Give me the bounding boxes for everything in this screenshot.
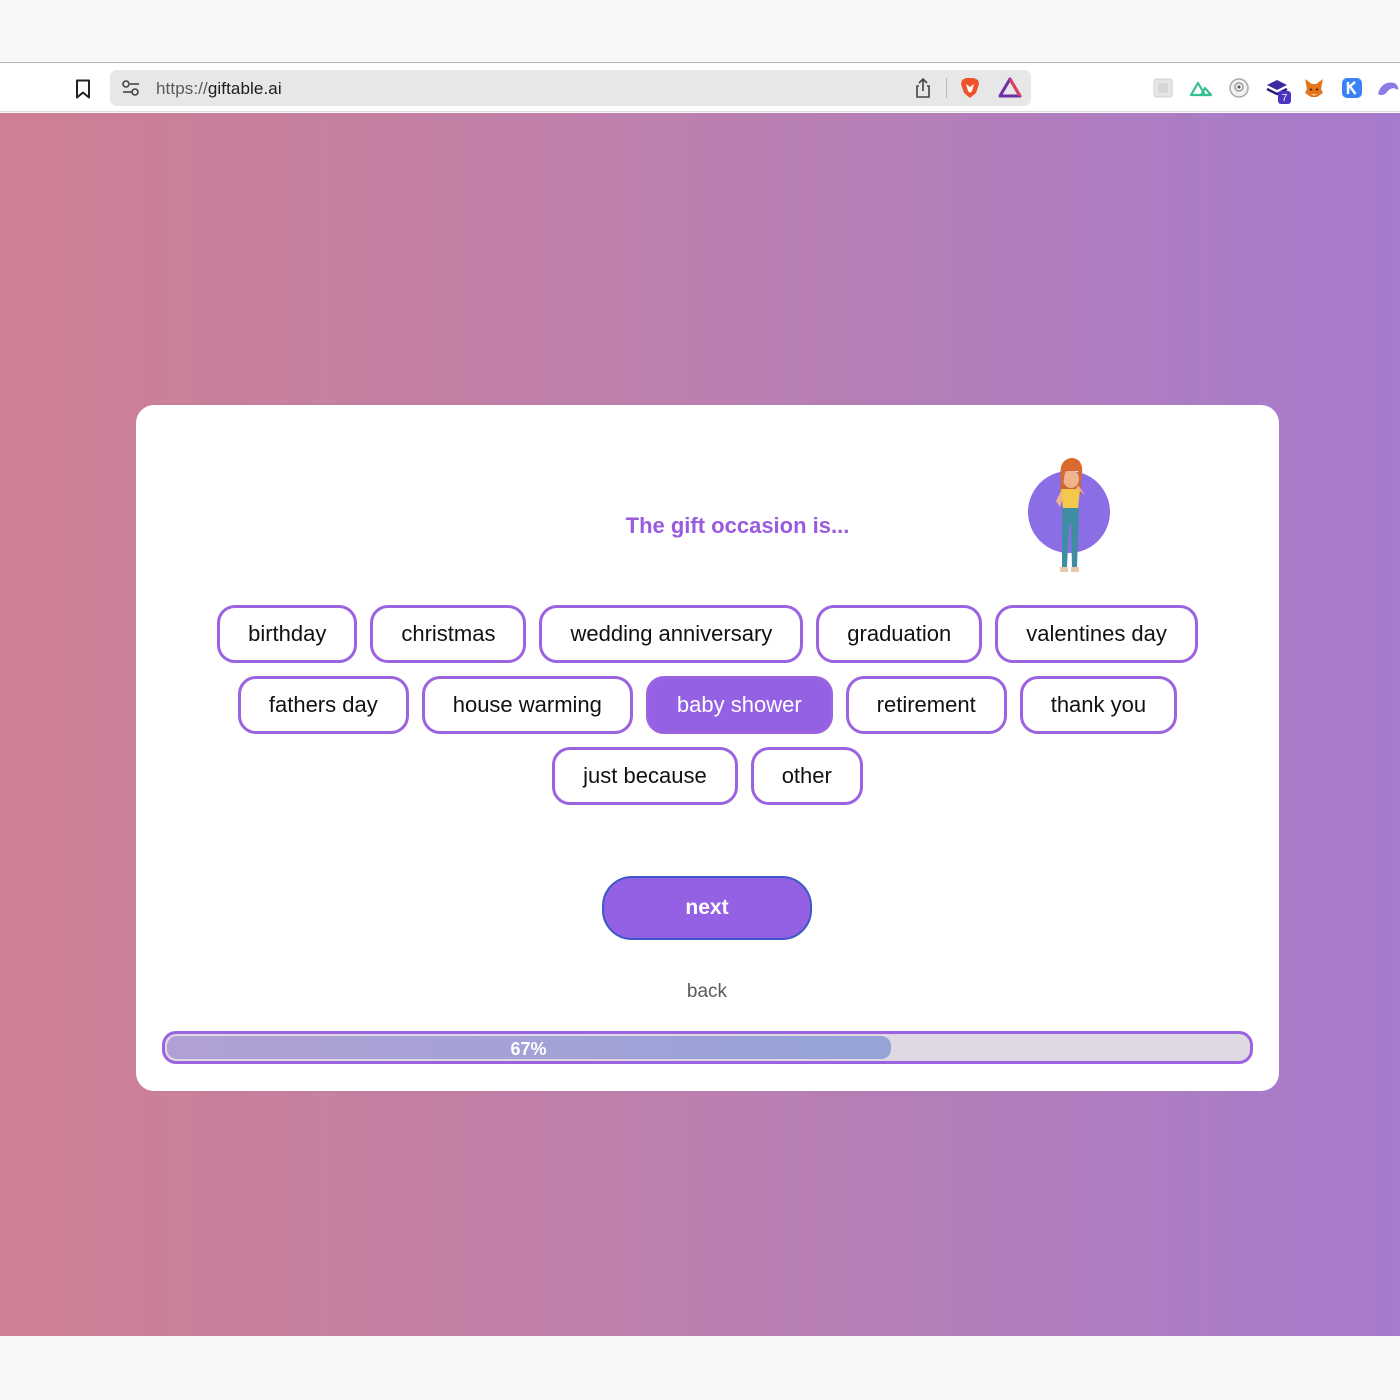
url-text: https://giftable.ai (156, 79, 282, 99)
extension-badge: 7 (1282, 93, 1288, 104)
eye-extension-icon[interactable] (1227, 76, 1251, 100)
metamask-fox-icon[interactable] (1302, 76, 1326, 100)
bookmark-button[interactable] (70, 76, 96, 102)
k-extension-icon[interactable] (1340, 76, 1364, 100)
back-link[interactable]: back (602, 981, 812, 1003)
share-icon[interactable] (912, 77, 934, 99)
stack-extension-icon[interactable]: 7 (1264, 76, 1294, 106)
url-host: giftable.ai (207, 79, 282, 98)
browser-toolbar: https://giftable.ai 7 (0, 64, 1400, 112)
option-birthday[interactable]: birthday (217, 605, 358, 663)
question-title: The gift occasion is... (625, 513, 850, 538)
nuxt-devtools-icon[interactable] (1189, 76, 1213, 100)
option-graduation[interactable]: graduation (816, 605, 983, 663)
site-settings-icon[interactable] (120, 78, 142, 98)
option-just-because[interactable]: just because (552, 747, 738, 805)
url-scheme: https:// (156, 79, 208, 98)
option-fathers-day[interactable]: fathers day (237, 676, 409, 734)
option-wedding-anniversary[interactable]: wedding anniversary (539, 605, 804, 663)
extension-placeholder-icon[interactable] (1151, 76, 1175, 100)
brave-shields-icon[interactable] (958, 76, 982, 100)
progress-label: 67% (510, 1039, 547, 1059)
avatar-illustration (1028, 458, 1110, 572)
progress-bar: 67% (162, 1031, 1253, 1064)
bookmark-icon (76, 79, 90, 99)
address-bar[interactable]: https://giftable.ai (110, 70, 1031, 106)
brave-rewards-icon[interactable] (998, 76, 1022, 100)
page-background: The gift occasion is... birthday christma… (0, 113, 1400, 1336)
option-baby-shower[interactable]: baby shower (645, 676, 833, 734)
option-thank-you[interactable]: thank you (1019, 676, 1178, 734)
quiz-card: The gift occasion is... birthday christma… (136, 405, 1279, 1091)
option-house-warming[interactable]: house warming (421, 676, 633, 734)
address-bar-divider (946, 78, 947, 98)
option-christmas[interactable]: christmas (370, 605, 527, 663)
bird-extension-icon[interactable] (1376, 76, 1400, 100)
occasion-options: birthday christmas wedding anniversary grad… (206, 605, 1209, 805)
option-valentines-day[interactable]: valentines day (995, 605, 1198, 663)
window-title-area (0, 0, 1400, 63)
bottom-area (0, 1336, 1400, 1400)
option-retirement[interactable]: retirement (845, 676, 1007, 734)
option-other[interactable]: other (750, 747, 863, 805)
next-button[interactable]: next (602, 876, 812, 940)
